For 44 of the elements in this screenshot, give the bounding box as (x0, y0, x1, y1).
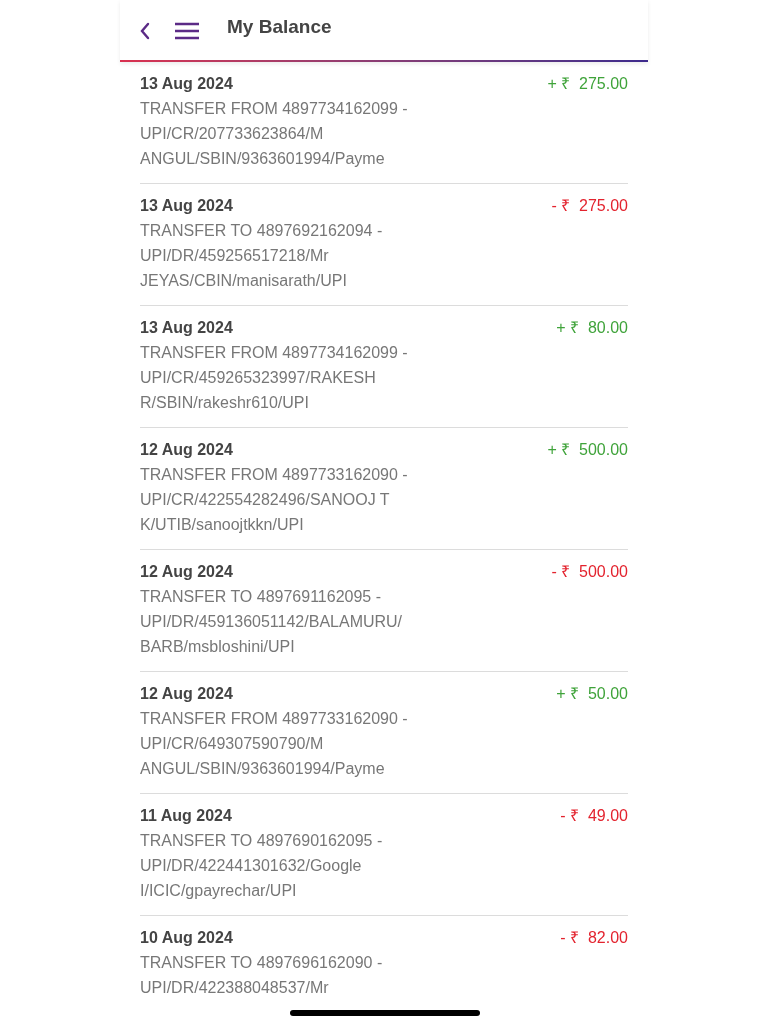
transaction-description: UPI/CR/422554282496/SANOOJ T (140, 490, 390, 510)
transaction-date: 13 Aug 2024 (140, 196, 233, 216)
transaction-description: TRANSFER TO 4897690162095 - (140, 831, 383, 851)
transaction-date: 13 Aug 2024 (140, 318, 233, 338)
transaction-description: JEYAS/CBIN/manisarath/UPI (140, 271, 347, 291)
transaction-description: TRANSFER FROM 4897733162090 - (140, 709, 408, 729)
transaction-date: 12 Aug 2024 (140, 562, 233, 582)
transaction-amount: - ₹ 500.00 (551, 562, 628, 582)
transaction-description: TRANSFER FROM 4897734162099 - (140, 99, 408, 119)
transaction-amount: + ₹ 50.00 (556, 684, 628, 704)
transaction-description: BARB/msbloshini/UPI (140, 637, 295, 657)
transaction-description: TRANSFER FROM 4897734162099 - (140, 343, 408, 363)
transaction-description: UPI/DR/459256517218/Mr (140, 246, 329, 266)
transaction-date: 12 Aug 2024 (140, 684, 233, 704)
transaction-description: TRANSFER TO 4897696162090 - (140, 953, 383, 973)
transaction-description: K/UTIB/sanoojtkkn/UPI (140, 515, 304, 535)
transaction-amount: - ₹ 82.00 (560, 928, 628, 948)
transaction-description: UPI/CR/649307590790/M (140, 734, 324, 754)
transaction-amount: + ₹ 500.00 (547, 440, 628, 460)
transaction-description: ANGUL/SBIN/9363601994/Payme (140, 759, 385, 779)
transaction-date: 13 Aug 2024 (140, 74, 233, 94)
transaction-amount: + ₹ 275.00 (547, 74, 628, 94)
back-button[interactable] (138, 21, 152, 41)
transaction-date: 12 Aug 2024 (140, 440, 233, 460)
transaction-date: 11 Aug 2024 (140, 806, 232, 826)
transaction-amount: + ₹ 80.00 (556, 318, 628, 338)
transaction-description: TRANSFER TO 4897691162095 - (140, 587, 382, 607)
transaction-description: R/SBIN/rakeshr610/UPI (140, 393, 309, 413)
page-title: My Balance (227, 14, 332, 39)
transaction-description: UPI/DR/459136051142/BALAMURU/ (140, 612, 403, 632)
transaction-description: UPI/CR/207733623864/M (140, 124, 324, 144)
menu-button[interactable] (174, 21, 200, 41)
transaction-date: 10 Aug 2024 (140, 928, 233, 948)
transaction-description: TRANSFER FROM 4897733162090 - (140, 465, 408, 485)
back-icon (140, 22, 150, 40)
transaction-description: TRANSFER TO 4897692162094 - (140, 221, 383, 241)
transaction-amount: - ₹ 275.00 (551, 196, 628, 216)
transaction-description: UPI/DR/422388048537/Mr (140, 978, 329, 998)
menu-icon (174, 22, 200, 40)
transaction-description: UPI/CR/459265323997/RAKESH (140, 368, 376, 388)
transaction-amount: - ₹ 49.00 (560, 806, 628, 826)
transaction-description: ANGUL/SBIN/9363601994/Payme (140, 149, 385, 169)
transaction-description: UPI/DR/422441301632/Google (140, 856, 362, 876)
transaction-description: I/ICIC/gpayrechar/UPI (140, 881, 297, 901)
